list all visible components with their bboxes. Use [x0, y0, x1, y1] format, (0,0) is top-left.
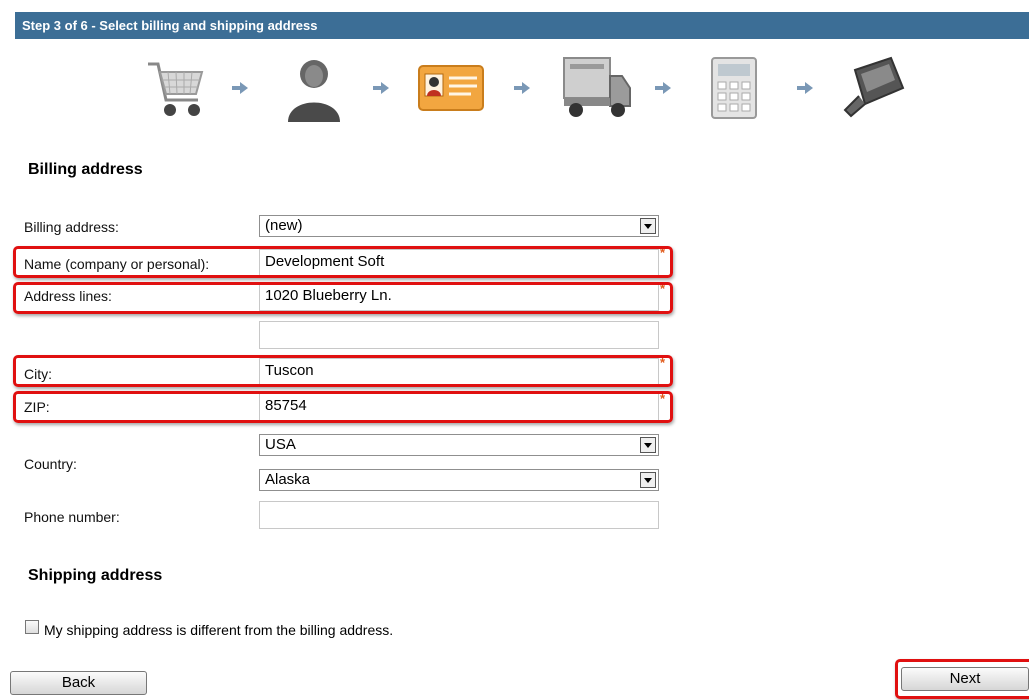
billing-section-title: Billing address: [28, 161, 143, 178]
checkout-steps: [0, 50, 1029, 130]
shipping-section-title: Shipping address: [28, 567, 163, 584]
shopping-cart-icon: [148, 62, 204, 116]
country-value: USA: [265, 436, 296, 453]
arrow-right-icon: [797, 82, 813, 94]
required-marker: *: [660, 245, 666, 260]
address-line2-field[interactable]: [259, 321, 659, 349]
payment-card-icon: [843, 56, 905, 118]
required-marker: *: [660, 281, 666, 296]
arrow-right-icon: [232, 82, 248, 94]
address-line1-field[interactable]: 1020 Blueberry Ln.: [259, 283, 659, 311]
country-label: Country:: [24, 456, 77, 472]
shipping-different-label: My shipping address is different from th…: [44, 622, 394, 638]
step-header: Step 3 of 6 - Select billing and shippin…: [15, 12, 1029, 39]
billing-address-value: (new): [265, 217, 303, 234]
phone-label: Phone number:: [24, 509, 120, 525]
country-select[interactable]: USA: [259, 434, 659, 456]
billing-address-label: Billing address:: [24, 219, 119, 235]
address-lines-label: Address lines:: [24, 288, 112, 304]
back-button[interactable]: Back: [10, 671, 147, 695]
calculator-icon: [711, 57, 757, 119]
shipping-truck-icon: [563, 57, 631, 117]
phone-field[interactable]: [259, 501, 659, 529]
name-field[interactable]: Development Soft: [259, 249, 659, 277]
chevron-down-icon[interactable]: [640, 472, 656, 488]
required-marker: *: [660, 355, 666, 370]
chevron-down-icon[interactable]: [640, 437, 656, 453]
arrow-right-icon: [514, 82, 530, 94]
arrow-right-icon: [655, 82, 671, 94]
zip-field[interactable]: 85754: [259, 393, 659, 421]
address-card-icon: [418, 65, 484, 111]
zip-label: ZIP:: [24, 399, 50, 415]
required-marker: *: [660, 391, 666, 406]
city-field[interactable]: Tuscon: [259, 358, 659, 386]
chevron-down-icon[interactable]: [640, 218, 656, 234]
billing-address-select[interactable]: (new): [259, 215, 659, 237]
shipping-different-checkbox[interactable]: [25, 620, 39, 634]
customer-icon: [288, 60, 340, 122]
arrow-right-icon: [373, 82, 389, 94]
name-label: Name (company or personal):: [24, 256, 210, 272]
state-select[interactable]: Alaska: [259, 469, 659, 491]
state-value: Alaska: [265, 471, 311, 488]
next-highlight: [895, 659, 1029, 699]
city-label: City:: [24, 366, 52, 382]
